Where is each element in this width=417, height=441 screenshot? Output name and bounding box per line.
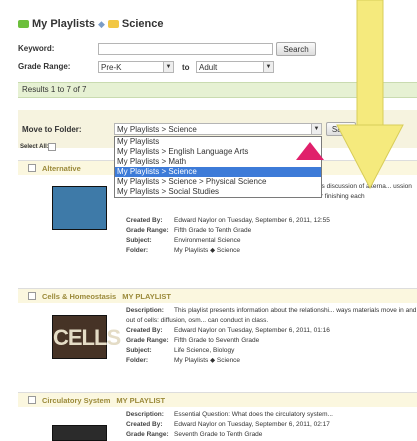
description-label: Description: [126,411,164,418]
grade-label: Grade Range: [126,431,169,438]
description-value: Essential Question: What does the circul… [174,411,333,418]
playlist-tag: MY PLAYLIST [116,395,166,405]
pink-up-arrow-icon [296,142,324,160]
grade-value: Seventh Grade to Tenth Grade [174,431,263,438]
diamond-separator-icon: ◆ [97,18,105,29]
subject-label: Subject: [126,237,152,244]
grade-from-value: Pre-K [101,62,122,72]
move-label: Move to Folder: [22,125,82,134]
folder-value[interactable]: My Playlists ◆ Science [174,357,240,364]
dropdown-option[interactable]: My Playlists > English Language Arts [115,147,321,157]
subject-value: Life Science, Biology [174,347,235,354]
playlist-checkbox[interactable] [28,164,36,172]
move-folder-select[interactable]: My Playlists > Science ▼ [114,123,322,135]
dropdown-option[interactable]: My Playlists [115,137,321,147]
dropdown-option[interactable]: My Playlists > Math [115,157,321,167]
playlist-checkbox[interactable] [28,292,36,300]
grade-label: Grade Range: [126,227,169,234]
folder-label: Folder: [126,247,149,254]
subject-label: Subject: [126,347,152,354]
folder-yellow-icon [107,20,119,28]
folder-value[interactable]: My Playlists ◆ Science [174,247,240,254]
created-value: Edward Naylor on Tuesday, September 6, 2… [174,421,330,428]
subject-value: Environmental Science [174,237,241,244]
grade-to-value: Adult [199,62,218,72]
select-all-label: Select All: [20,144,49,150]
search-button[interactable]: Search [276,42,316,56]
dropdown-option[interactable]: My Playlists > Social Studies [115,187,321,197]
chevron-down-icon: ▼ [263,62,273,72]
playlist-tag: MY PLAYLIST [122,291,171,301]
playlist-thumbnail[interactable]: CELLS [52,315,121,359]
playlist-title[interactable]: Cells & Homeostasis [42,292,116,301]
created-value: Edward Naylor on Tuesday, September 6, 2… [174,327,330,334]
grade-to-select[interactable]: Adult ▼ [196,61,274,73]
yellow-down-arrow-icon [336,0,404,190]
move-folder-value: My Playlists > Science [117,124,197,134]
description-label: Description: [126,307,164,314]
created-label: Created By: [126,421,163,428]
grade-value: Fifth Grade to Tenth Grade [174,227,252,234]
playlist-title[interactable]: Alternative [42,164,81,173]
chevron-down-icon: ▼ [311,124,321,134]
grade-value: Fifth Grade to Seventh Grade [174,337,260,344]
playlist-title[interactable]: Circulatory System [42,396,110,405]
grade-from-select[interactable]: Pre-K ▼ [98,61,174,73]
playlist-thumbnail[interactable] [52,425,107,441]
keyword-label: Keyword: [18,44,55,53]
breadcrumb: My Playlists ◆ Science [18,18,164,30]
folder-dropdown-list: My Playlists My Playlists > English Lang… [114,136,322,198]
playlist-thumbnail[interactable] [52,186,107,230]
grade-range-label: Grade Range: [18,62,71,71]
keyword-input[interactable] [98,43,273,55]
playlist-checkbox[interactable] [28,396,36,404]
created-value: Edward Naylor on Tuesday, September 6, 2… [174,217,330,224]
breadcrumb-current: Science [121,18,164,30]
created-label: Created By: [126,217,163,224]
dropdown-option[interactable]: My Playlists > Science > Physical Scienc… [115,177,321,187]
folder-green-icon [18,20,29,28]
breadcrumb-root[interactable]: My Playlists [32,18,95,30]
folder-label: Folder: [126,357,149,364]
dropdown-option-selected[interactable]: My Playlists > Science [115,167,321,177]
grade-label: Grade Range: [126,337,169,344]
chevron-down-icon: ▼ [163,62,173,72]
grade-to-label: to [182,63,190,72]
created-label: Created By: [126,327,163,334]
select-all-checkbox[interactable] [48,143,56,151]
